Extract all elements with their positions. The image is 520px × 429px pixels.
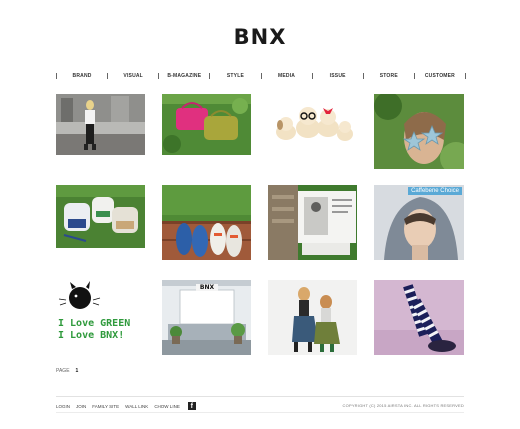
nav-separator (465, 73, 466, 79)
bnx-logo[interactable]: BNX (229, 26, 291, 48)
main-navigation: BRAND VISUAL B-MAGAZINE STYLE MEDIA ISSU… (56, 70, 466, 82)
gallery-tile-hooded-model[interactable]: Caffebene Choice (374, 185, 464, 260)
nav-item-visual[interactable]: VISUAL (108, 73, 158, 79)
gallery-tile-puppies[interactable] (268, 94, 357, 155)
gallery-tile-striped-socks[interactable] (374, 280, 464, 355)
footer-bottom-divider (56, 412, 464, 413)
footer-link-family-site[interactable]: FAMILY SITE (92, 404, 119, 409)
i-love-green-line: I Love GREEN (58, 318, 131, 329)
pager-current-page[interactable]: 1 (76, 368, 79, 374)
gallery-tile-backpacks-on-grass[interactable] (56, 185, 145, 248)
caffebene-choice-badge: Caffebene Choice (408, 187, 462, 195)
pagination: PAGE 1 (56, 368, 78, 374)
star-sunglasses-photo (374, 94, 464, 169)
nav-item-customer[interactable]: CUSTOMER (415, 73, 465, 79)
striped-socks-photo (374, 280, 464, 355)
bags-on-grass-photo (162, 94, 251, 155)
puppies-photo (268, 94, 357, 155)
nav-item-issue[interactable]: ISSUE (313, 73, 363, 79)
gallery-tile-two-models[interactable] (268, 280, 357, 355)
footer-divider (56, 396, 464, 397)
footer-link-wall-link[interactable]: WALL LINK (125, 404, 148, 409)
gallery-tile-sneakers[interactable] (162, 185, 251, 260)
magazine-bench-photo (268, 185, 357, 260)
gallery-grid: Caffebene Choice I Love GREEN I Love BNX… (56, 94, 464, 355)
i-love-green-text: I Love GREEN I Love BNX! (58, 318, 144, 342)
footer-link-join[interactable]: JOIN (76, 404, 86, 409)
backpacks-photo (56, 185, 145, 248)
gallery-tile-bags-on-grass[interactable] (162, 94, 251, 155)
bnx-booth-sign: BNX (196, 284, 218, 291)
gallery-tile-i-love-green[interactable]: I Love GREEN I Love BNX! (56, 280, 145, 355)
two-models-photo (268, 280, 357, 355)
hooded-model-photo (374, 185, 464, 260)
gallery-tile-magazine-bench[interactable] (268, 185, 357, 260)
facebook-icon[interactable]: f (187, 402, 196, 410)
nav-item-brand[interactable]: BRAND (57, 73, 107, 79)
nav-item-media[interactable]: MEDIA (262, 73, 312, 79)
gallery-tile-street-style[interactable] (56, 94, 145, 155)
street-style-photo (56, 94, 145, 155)
nav-item-style[interactable]: STYLE (210, 73, 260, 79)
sneakers-photo (162, 185, 251, 260)
i-love-bnx-line: I Love BNX! (58, 330, 125, 341)
nav-item-b-magazine[interactable]: B-MAGAZINE (159, 73, 209, 79)
store-booth-photo (162, 280, 251, 355)
footer-link-login[interactable]: LOGIN (56, 404, 70, 409)
footer-link-chow-line[interactable]: CHOW LINE (154, 404, 180, 409)
gallery-tile-star-sunglasses[interactable] (374, 94, 464, 169)
pager-label: PAGE (56, 368, 70, 374)
copyright-text: COPYRIGHT (C) 2015 AIRSTA INC. ALL RIGHT… (342, 403, 464, 408)
footer-links: LOGIN JOIN FAMILY SITE WALL LINK CHOW LI… (56, 402, 196, 410)
nav-item-store[interactable]: STORE (364, 73, 414, 79)
gallery-tile-bnx-store-booth[interactable]: BNX (162, 280, 251, 355)
